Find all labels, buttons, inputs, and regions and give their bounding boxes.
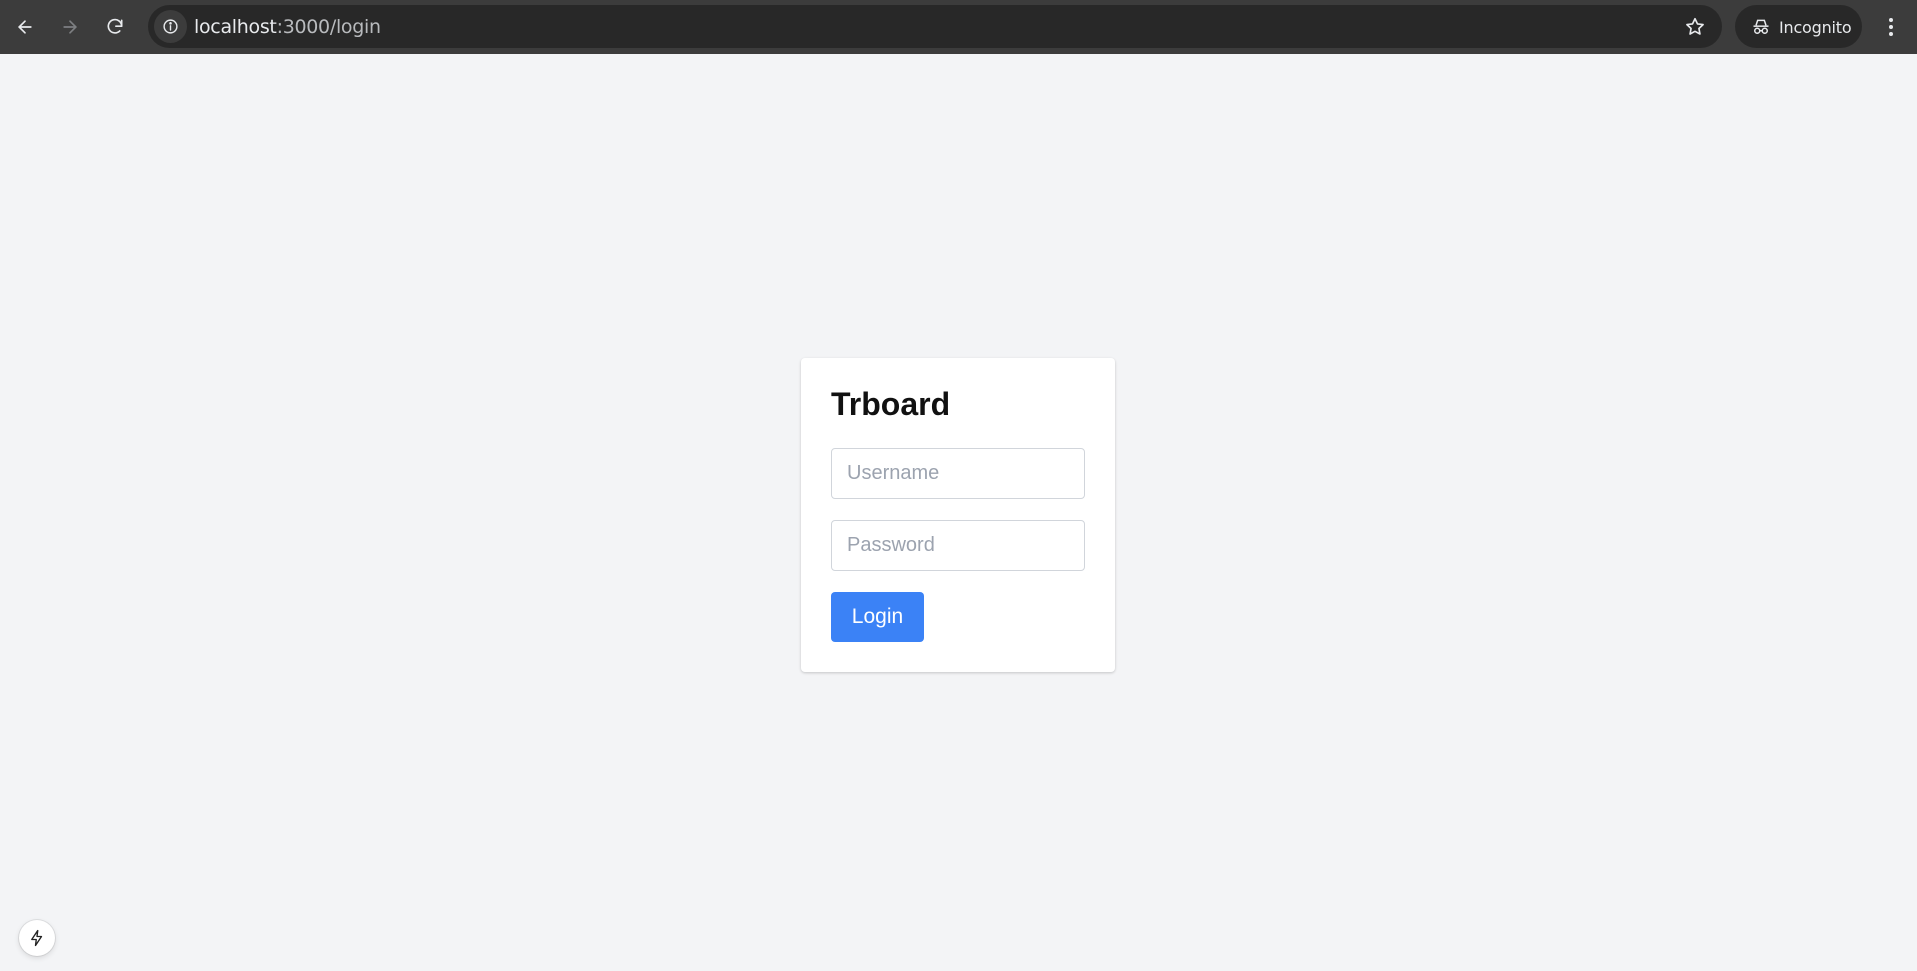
incognito-icon (1753, 19, 1769, 34)
star-icon[interactable] (1684, 16, 1706, 38)
dev-tools-button[interactable] (19, 920, 55, 956)
arrow-left-icon (18, 20, 32, 34)
browser-menu-button[interactable] (1876, 9, 1906, 45)
site-info-button[interactable] (154, 10, 187, 43)
reload-button[interactable] (97, 9, 133, 45)
login-button[interactable]: Login (831, 592, 924, 642)
back-button[interactable] (7, 9, 43, 45)
info-icon (163, 19, 178, 34)
arrow-right-icon (63, 20, 77, 34)
address-bar[interactable]: localhost:3000/login (148, 5, 1722, 48)
forward-button[interactable] (52, 9, 88, 45)
incognito-badge[interactable]: Incognito (1735, 5, 1862, 48)
reload-icon (107, 18, 123, 34)
lightning-bolt-icon (31, 929, 43, 947)
login-card: Trboard Login (801, 358, 1115, 672)
password-input[interactable] (831, 520, 1085, 571)
incognito-label: Incognito (1779, 18, 1852, 37)
url-path: :3000/login (276, 16, 381, 38)
page-title: Trboard (831, 386, 951, 422)
url-text[interactable]: localhost:3000/login (194, 16, 381, 38)
browser-toolbar: localhost:3000/login Incognito (0, 0, 1917, 54)
username-input[interactable] (831, 448, 1085, 499)
url-host: localhost (194, 16, 277, 38)
kebab-menu-icon (1889, 18, 1893, 36)
